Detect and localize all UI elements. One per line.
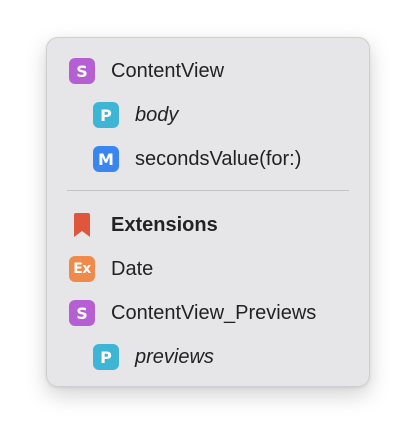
menu-item-label: ContentView_Previews xyxy=(111,301,317,324)
jump-bar-menu: S ContentView P body M secondsValue(for:… xyxy=(46,37,370,387)
property-icon: P xyxy=(93,102,119,128)
menu-item-label: secondsValue(for:) xyxy=(135,147,302,170)
bookmark-icon xyxy=(69,212,95,238)
menu-item-label: Extensions xyxy=(111,213,218,236)
menu-item-date[interactable]: Ex Date xyxy=(47,247,369,291)
menu-divider xyxy=(67,190,349,191)
menu-item-body[interactable]: P body xyxy=(47,93,369,137)
menu-item-previews[interactable]: P previews xyxy=(47,335,369,379)
menu-item-label: Date xyxy=(111,257,154,280)
menu-item-label: ContentView xyxy=(111,59,225,82)
struct-icon: S xyxy=(69,58,95,84)
property-icon: P xyxy=(93,344,119,370)
menu-item-contentview[interactable]: S ContentView xyxy=(47,49,369,93)
menu-item-contentview-previews[interactable]: S ContentView_Previews xyxy=(47,291,369,335)
menu-item-label: body xyxy=(135,103,179,126)
menu-item-label: previews xyxy=(135,345,214,368)
menu-item-extensions-mark[interactable]: Extensions xyxy=(47,203,369,247)
menu-item-secondsvalue[interactable]: M secondsValue(for:) xyxy=(47,137,369,181)
extension-icon: Ex xyxy=(69,256,95,282)
struct-icon: S xyxy=(69,300,95,326)
method-icon: M xyxy=(93,146,119,172)
